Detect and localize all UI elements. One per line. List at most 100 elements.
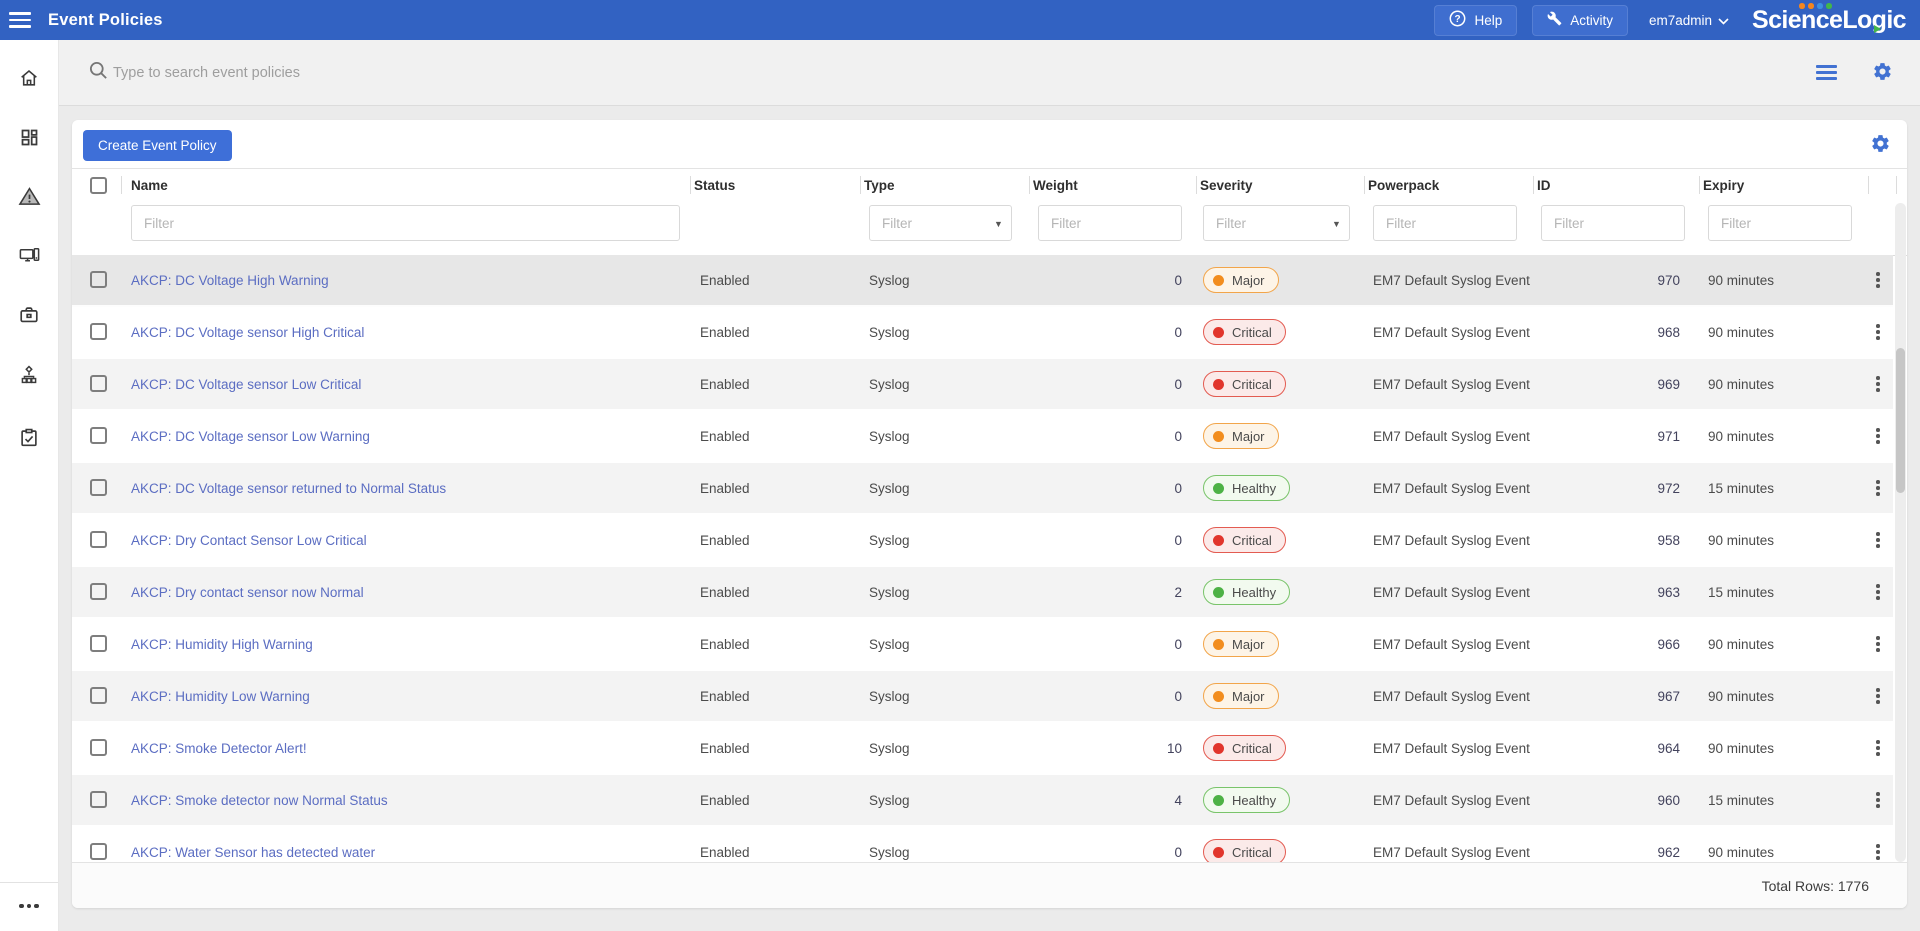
row-actions-menu[interactable] (1868, 255, 1888, 305)
event-policy-link[interactable]: AKCP: DC Voltage sensor High Critical (131, 307, 364, 357)
row-checkbox[interactable] (90, 427, 107, 444)
row-actions-menu[interactable] (1868, 515, 1888, 565)
help-button[interactable]: ? Help (1434, 5, 1517, 36)
sidebar-item-events[interactable] (0, 182, 58, 216)
row-checkbox[interactable] (90, 531, 107, 548)
sidebar-item-dashboards[interactable] (0, 123, 58, 157)
page-title: Event Policies (48, 0, 163, 40)
row-severity: Critical (1203, 723, 1286, 773)
top-navigation-bar: Event Policies ? Help Activity em7admin … (0, 0, 1920, 40)
search-input[interactable] (111, 54, 1015, 92)
row-checkbox[interactable] (90, 791, 107, 808)
row-severity: Critical (1203, 515, 1286, 565)
severity-label: Healthy (1232, 481, 1276, 496)
event-policy-link[interactable]: AKCP: DC Voltage sensor Low Critical (131, 359, 361, 409)
row-checkbox[interactable] (90, 375, 107, 392)
event-policy-link[interactable]: AKCP: Smoke Detector Alert! (131, 723, 307, 773)
activity-button[interactable]: Activity (1532, 5, 1628, 36)
row-expiry: 90 minutes (1708, 827, 1774, 862)
column-header-powerpack[interactable]: Powerpack (1368, 169, 1439, 201)
sidebar-item-more[interactable] (0, 889, 58, 923)
row-checkbox[interactable] (90, 843, 107, 860)
row-actions-menu[interactable] (1868, 567, 1888, 617)
row-actions-menu[interactable] (1868, 723, 1888, 773)
filter-name-input[interactable] (131, 205, 680, 241)
event-policy-link[interactable]: AKCP: Humidity High Warning (131, 619, 313, 669)
column-header-name[interactable]: Name (131, 169, 168, 201)
event-policy-link[interactable]: AKCP: Dry contact sensor now Normal (131, 567, 364, 617)
row-weight: 0 (1082, 411, 1182, 461)
search-settings-gear-icon[interactable] (1872, 61, 1893, 87)
select-all-checkbox[interactable] (90, 177, 107, 194)
filter-powerpack-input[interactable] (1373, 205, 1517, 241)
severity-badge: Major (1203, 683, 1279, 709)
row-checkbox[interactable] (90, 583, 107, 600)
event-policy-link[interactable]: AKCP: Water Sensor has detected water (131, 827, 375, 862)
sidebar-item-maps[interactable] (0, 361, 58, 395)
sidebar-item-devices[interactable] (0, 241, 58, 275)
row-checkbox[interactable] (90, 739, 107, 756)
row-checkbox[interactable] (90, 323, 107, 340)
table-rows: AKCP: DC Voltage High Warning Enabled Sysl… (72, 255, 1893, 862)
list-view-icon[interactable] (1816, 65, 1837, 80)
row-severity: Healthy (1203, 775, 1290, 825)
filter-severity-select[interactable] (1203, 205, 1350, 241)
column-header-severity[interactable]: Severity (1200, 169, 1253, 201)
row-id: 960 (1580, 775, 1680, 825)
filter-type-select[interactable] (869, 205, 1012, 241)
row-expiry: 15 minutes (1708, 567, 1774, 617)
row-actions-menu[interactable] (1868, 359, 1888, 409)
event-policy-link[interactable]: AKCP: DC Voltage sensor Low Warning (131, 411, 370, 461)
severity-badge: Critical (1203, 371, 1286, 397)
severity-dot-icon (1213, 483, 1224, 494)
user-menu[interactable]: em7admin (1649, 13, 1729, 28)
clipboard-check-icon (18, 427, 40, 454)
row-actions-menu[interactable] (1868, 463, 1888, 513)
table-scrollbar-thumb[interactable] (1896, 348, 1905, 493)
row-id: 970 (1580, 255, 1680, 305)
row-checkbox[interactable] (90, 635, 107, 652)
column-header-type[interactable]: Type (864, 169, 895, 201)
column-header-status[interactable]: Status (694, 169, 735, 201)
row-severity: Critical (1203, 827, 1286, 862)
filter-id-input[interactable] (1541, 205, 1685, 241)
event-policy-link[interactable]: AKCP: Dry Contact Sensor Low Critical (131, 515, 367, 565)
filter-weight-input[interactable] (1038, 205, 1182, 241)
event-policy-link[interactable]: AKCP: Smoke detector now Normal Status (131, 775, 388, 825)
row-checkbox[interactable] (90, 271, 107, 288)
hamburger-menu-icon[interactable] (9, 12, 31, 28)
severity-label: Healthy (1232, 585, 1276, 600)
table-row: AKCP: DC Voltage sensor Low CriticalEnab… (72, 359, 1893, 411)
row-id: 964 (1580, 723, 1680, 773)
row-severity: Healthy (1203, 463, 1290, 513)
row-checkbox[interactable] (90, 687, 107, 704)
row-actions-menu[interactable] (1868, 827, 1888, 862)
row-actions-menu[interactable] (1868, 307, 1888, 357)
row-checkbox[interactable] (90, 479, 107, 496)
column-header-weight[interactable]: Weight (1033, 169, 1078, 201)
sidebar-item-home[interactable] (0, 63, 58, 97)
create-event-policy-button[interactable]: Create Event Policy (83, 130, 232, 161)
severity-label: Critical (1232, 377, 1272, 392)
row-severity: Critical (1203, 307, 1286, 357)
event-policy-link[interactable]: AKCP: Humidity Low Warning (131, 671, 310, 721)
row-actions-menu[interactable] (1868, 671, 1888, 721)
row-weight: 0 (1082, 307, 1182, 357)
row-status: Enabled (700, 255, 750, 305)
grid-settings-gear-icon[interactable] (1870, 133, 1891, 159)
column-header-expiry[interactable]: Expiry (1703, 169, 1744, 201)
row-actions-menu[interactable] (1868, 619, 1888, 669)
row-severity: Major (1203, 619, 1279, 669)
severity-dot-icon (1213, 275, 1224, 286)
severity-label: Major (1232, 689, 1265, 704)
row-actions-menu[interactable] (1868, 775, 1888, 825)
sidebar-item-tickets[interactable] (0, 423, 58, 457)
row-actions-menu[interactable] (1868, 411, 1888, 461)
event-policy-link[interactable]: AKCP: DC Voltage High Warning (131, 255, 329, 305)
row-type: Syslog (869, 827, 910, 862)
event-policy-link[interactable]: AKCP: DC Voltage sensor returned to Norm… (131, 463, 446, 513)
column-header-id[interactable]: ID (1537, 169, 1551, 201)
row-status: Enabled (700, 463, 750, 513)
filter-expiry-input[interactable] (1708, 205, 1852, 241)
sidebar-item-business-services[interactable] (0, 300, 58, 334)
